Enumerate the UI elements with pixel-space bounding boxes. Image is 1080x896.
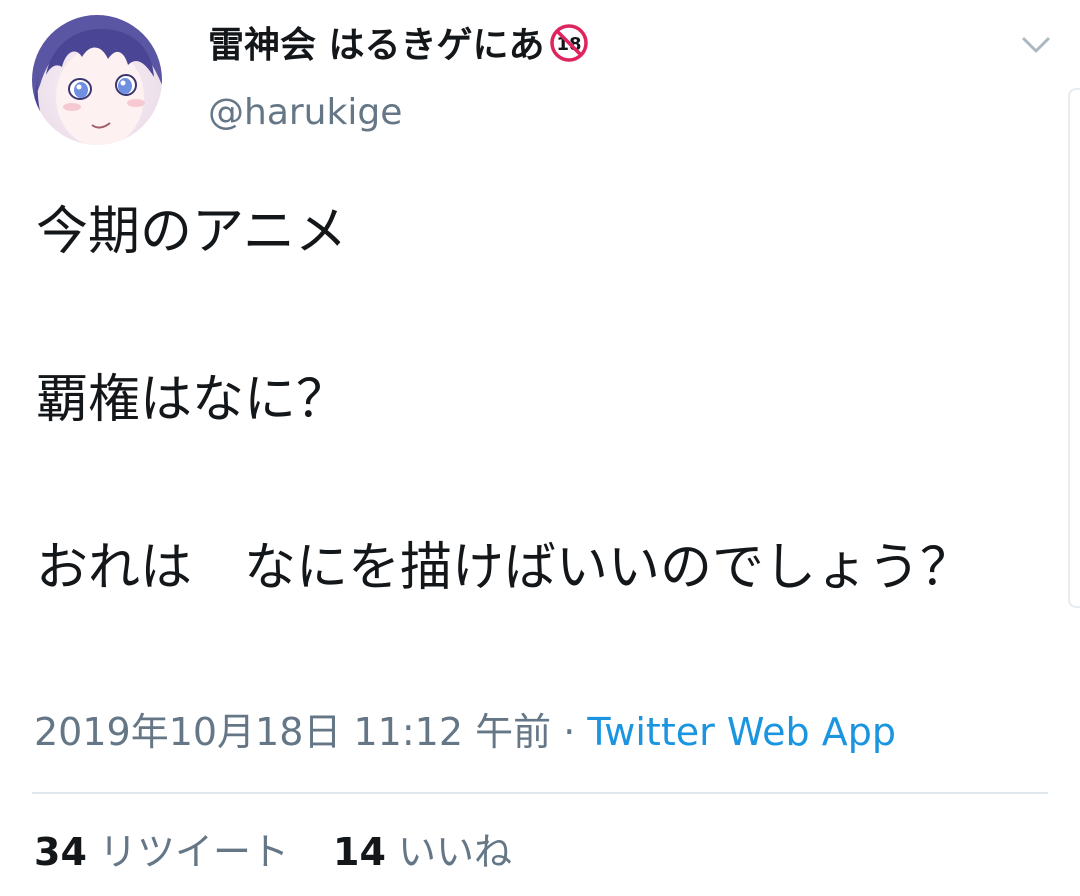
- scrollbar-edge: [1068, 88, 1080, 608]
- divider: [32, 792, 1048, 794]
- tweet-text-line: 今期のアニメ: [36, 202, 347, 262]
- likes-label: いいね: [397, 830, 512, 874]
- author-name-text: 雷神会 はるきゲにあ: [208, 25, 545, 66]
- meta-separator: ·: [563, 710, 576, 754]
- retweets-count: 34: [34, 830, 87, 874]
- likes-count: 14: [333, 830, 386, 874]
- chevron-down-icon[interactable]: [1016, 30, 1056, 60]
- retweets-label: リツイート: [98, 830, 289, 874]
- tweet-timestamp[interactable]: 2019年10月18日 11:12 午前: [34, 710, 551, 754]
- author-display-name[interactable]: 雷神会 はるきゲにあ 18: [208, 20, 589, 78]
- likes-stat[interactable]: 14 いいね: [333, 830, 512, 874]
- retweets-stat[interactable]: 34 リツイート: [34, 830, 289, 874]
- no-under-18-icon: 18: [549, 23, 589, 78]
- tweet-text: 今期のアニメ 覇権はなに？ おれは なにを描けばいいのでしょう？: [36, 190, 1036, 610]
- author-handle[interactable]: @harukige: [208, 88, 402, 138]
- tweet-source-link[interactable]: Twitter Web App: [587, 710, 896, 754]
- anime-girl-avatar-icon: [32, 15, 162, 145]
- tweet-meta: 2019年10月18日 11:12 午前 · Twitter Web App: [34, 706, 896, 758]
- tweet-text-line: 覇権はなに？: [36, 370, 349, 430]
- tweet-stats: 34 リツイート 14 いいね: [34, 826, 512, 878]
- tweet-card: 雷神会 はるきゲにあ 18 @harukige 今期のアニメ 覇権はなに？ おれ…: [0, 0, 1080, 896]
- tweet-text-line: おれは なにを描けばいいのでしょう？: [36, 538, 973, 598]
- avatar[interactable]: [32, 15, 162, 145]
